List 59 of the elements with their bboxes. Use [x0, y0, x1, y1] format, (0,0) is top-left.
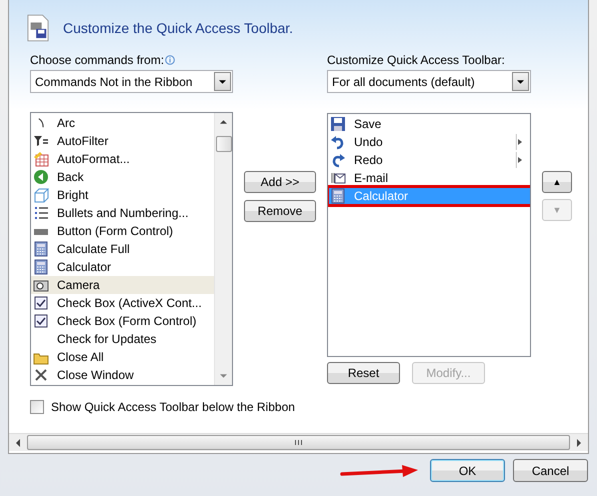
printer-document-icon — [27, 14, 49, 42]
scrollbar[interactable] — [9, 433, 588, 451]
scroll-up-icon[interactable] — [220, 120, 227, 124]
calculator-icon — [33, 241, 49, 257]
checkbox-label: Show Quick Access Toolbar below the Ribbon — [51, 400, 295, 414]
list-item[interactable]: Camera — [31, 276, 214, 294]
dropdown[interactable]: Commands Not in the Ribbon — [30, 70, 233, 93]
scrollbar[interactable] — [214, 113, 232, 385]
list-item[interactable]: Arc — [31, 114, 214, 132]
checkbox-icon — [33, 295, 49, 311]
list-item[interactable]: Calculate Full — [31, 240, 214, 258]
list-item[interactable]: Close Window — [31, 366, 214, 384]
calculator-icon — [330, 188, 346, 204]
move-up-button[interactable]: ▲ — [542, 171, 572, 193]
scroll-right-icon[interactable] — [577, 438, 581, 446]
list-item[interactable]: Check Box (ActiveX Cont... — [31, 294, 214, 312]
field-label: Customize Quick Access Toolbar: — [327, 52, 505, 68]
list-item[interactable]: E-mail — [328, 169, 530, 187]
list-item[interactable]: Save — [328, 115, 530, 133]
field-label: Choose commands from: — [30, 52, 164, 68]
command-button[interactable]: Reset — [327, 362, 400, 384]
command-button[interactable]: Add >> — [244, 171, 316, 193]
list-item[interactable]: AutoFilter — [31, 132, 214, 150]
list-item[interactable]: Close All — [31, 348, 214, 366]
close-icon — [33, 367, 49, 383]
list-item[interactable]: Check Box (Form Control) — [31, 312, 214, 330]
list-item[interactable]: Back — [31, 168, 214, 186]
cube-icon — [33, 187, 49, 203]
command-button[interactable]: Remove — [244, 200, 316, 222]
email-icon — [330, 170, 346, 186]
caret-icon — [219, 80, 226, 84]
list-item[interactable]: Undo — [328, 133, 530, 151]
filter-icon — [33, 133, 49, 149]
dialog-title: Customize the Quick Access Toolbar. — [63, 20, 294, 36]
calculator-icon — [33, 259, 49, 275]
dialog-button[interactable]: Cancel — [513, 459, 588, 482]
list-item[interactable]: Button (Form Control) — [31, 222, 214, 240]
list-item[interactable]: AutoFormat... — [31, 150, 214, 168]
list-item[interactable]: Check for Updates — [31, 330, 214, 348]
dialog-button[interactable]: OK — [430, 459, 505, 482]
checkbox-icon — [33, 313, 49, 329]
redo-icon — [330, 152, 346, 168]
list-icon — [33, 205, 49, 221]
floppy-icon — [330, 116, 346, 132]
undo-icon — [330, 134, 346, 150]
table-icon — [33, 151, 49, 167]
checkbox[interactable] — [30, 400, 44, 414]
list-item[interactable]: Bright — [31, 186, 214, 204]
arc-icon — [38, 118, 44, 128]
list-item[interactable]: Calculator — [31, 258, 214, 276]
list-item[interactable]: Redo — [328, 151, 530, 169]
scroll-thumb[interactable] — [216, 136, 232, 152]
caret-icon — [517, 80, 524, 84]
info-icon — [165, 55, 175, 65]
scroll-down-icon[interactable] — [220, 374, 227, 378]
dropdown[interactable]: For all documents (default) — [327, 70, 531, 93]
list-item[interactable]: Bullets and Numbering... — [31, 204, 214, 222]
scroll-thumb[interactable] — [27, 435, 570, 450]
scroll-left-icon[interactable] — [16, 438, 20, 446]
